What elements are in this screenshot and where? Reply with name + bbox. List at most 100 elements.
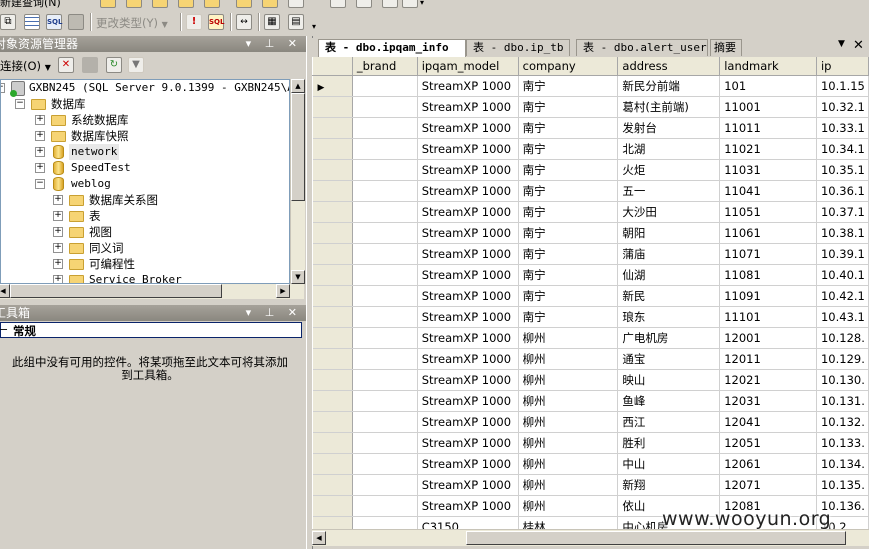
row-selector[interactable] <box>312 117 353 139</box>
table-cell-company[interactable]: 桂林 <box>518 516 619 529</box>
table-cell-company[interactable]: 柳州 <box>518 474 619 496</box>
table-cell-ipqam-model[interactable]: StreamXP 1000 <box>417 117 519 139</box>
table-cell-address[interactable]: 西江 <box>617 411 721 433</box>
row-selector[interactable] <box>312 390 353 412</box>
expand-icon[interactable]: + <box>35 147 45 157</box>
row-selector[interactable] <box>312 453 353 475</box>
table-cell-ipqam-model[interactable]: StreamXP 1000 <box>417 411 519 433</box>
table-row[interactable]: StreamXP 1000 南宁 新民 11091 10.42.1 <box>312 285 869 307</box>
panel-pin-close-icons[interactable]: ▾ ⊥ ✕ <box>246 36 302 52</box>
table-cell-ip[interactable]: 10.37.1 <box>816 201 869 223</box>
table-row[interactable]: StreamXP 1000 南宁 北湖 11021 10.34.1 <box>312 138 869 160</box>
table-cell-address[interactable]: 五一 <box>617 180 721 202</box>
disconnect-icon[interactable]: ✕ <box>58 57 74 73</box>
tab-ip-tb[interactable]: 表 - dbo.ip_tb <box>466 39 570 56</box>
row-selector[interactable] <box>312 432 353 454</box>
expand-icon[interactable]: + <box>53 211 63 221</box>
table-row[interactable]: ▶ StreamXP 1000 南宁 新民分前端 101 10.1.15 <box>312 75 869 97</box>
grid-view-icon[interactable] <box>24 14 40 30</box>
browser-icon[interactable] <box>330 0 346 8</box>
table-cell-brand[interactable] <box>352 96 418 118</box>
row-selector[interactable] <box>312 138 353 160</box>
refresh-icon[interactable]: ↻ <box>106 57 122 73</box>
table-cell-brand[interactable] <box>352 264 418 286</box>
table-cell-ip[interactable]: 10.34.1 <box>816 138 869 160</box>
table-cell-ip[interactable]: 10.131. <box>816 390 869 412</box>
table-cell-brand[interactable] <box>352 222 418 244</box>
table-cell-company[interactable]: 南宁 <box>518 75 619 97</box>
table-cell-address[interactable]: 火炬 <box>617 159 721 181</box>
table-cell-ipqam-model[interactable]: C3150 <box>417 516 519 529</box>
table-row[interactable]: StreamXP 1000 柳州 西江 12041 10.132. <box>312 411 869 433</box>
row-selector[interactable] <box>312 222 353 244</box>
table-cell-ip[interactable]: 10.42.1 <box>816 285 869 307</box>
table-row[interactable]: StreamXP 1000 柳州 新翔 12071 10.135. <box>312 474 869 496</box>
table-cell-company[interactable]: 柳州 <box>518 411 619 433</box>
table-cell-brand[interactable] <box>352 138 418 160</box>
connect-button[interactable]: 连接(O) ▼ <box>0 58 51 74</box>
table-cell-ip[interactable]: 10.36.1 <box>816 180 869 202</box>
table-cell-ip[interactable]: 10.132. <box>816 411 869 433</box>
table-cell-landmark[interactable]: 12011 <box>719 348 817 370</box>
table-cell-company[interactable]: 南宁 <box>518 243 619 265</box>
change-type-dropdown[interactable]: 更改类型(Y) ▼ <box>96 15 168 31</box>
stop-icon[interactable] <box>82 57 98 73</box>
table-cell-ip[interactable]: 10.43.1 <box>816 306 869 328</box>
expand-icon[interactable]: + <box>35 115 45 125</box>
window-icon[interactable] <box>288 0 304 8</box>
row-selector[interactable] <box>312 180 353 202</box>
row-selector[interactable] <box>312 495 353 517</box>
explorer-icon[interactable] <box>356 0 372 8</box>
table-row[interactable]: StreamXP 1000 南宁 葛村(主前端) 11001 10.32.1 <box>312 96 869 118</box>
table-cell-address[interactable]: 中山 <box>617 453 721 475</box>
table-cell-landmark[interactable]: 11101 <box>719 306 817 328</box>
table-cell-brand[interactable] <box>352 201 418 223</box>
table-cell-ip[interactable]: 10.40.1 <box>816 264 869 286</box>
table-cell-company[interactable]: 南宁 <box>518 222 619 244</box>
table-cell-brand[interactable] <box>352 474 418 496</box>
table-cell-address[interactable]: 北湖 <box>617 138 721 160</box>
table-cell-company[interactable]: 南宁 <box>518 285 619 307</box>
row-selector[interactable] <box>312 201 353 223</box>
column-header-ipqam-model[interactable]: ipqam_model <box>416 57 519 76</box>
table-cell-company[interactable]: 柳州 <box>518 453 619 475</box>
toolbox-section-header[interactable]: − 常规 <box>0 322 302 338</box>
table-cell-landmark[interactable]: 11051 <box>719 201 817 223</box>
save-icon[interactable] <box>126 0 142 8</box>
collapse-icon[interactable]: − <box>15 99 25 109</box>
scroll-up-icon[interactable]: ▲ <box>291 79 305 93</box>
row-selector[interactable] <box>312 243 353 265</box>
table-cell-landmark[interactable]: 101 <box>719 75 817 97</box>
table-cell-ipqam-model[interactable]: StreamXP 1000 <box>417 432 519 454</box>
solution-icon[interactable] <box>236 0 252 8</box>
tab-summary[interactable]: 摘要 <box>710 39 742 56</box>
table-row[interactable]: StreamXP 1000 柳州 通宝 12011 10.129. <box>312 348 869 370</box>
row-selector[interactable] <box>312 306 353 328</box>
table-cell-company[interactable]: 柳州 <box>518 369 619 391</box>
table-cell-brand[interactable] <box>352 348 418 370</box>
table-cell-ip[interactable]: 10.38.1 <box>816 222 869 244</box>
table-cell-address[interactable]: 通宝 <box>617 348 721 370</box>
group-by-icon[interactable]: ↔ <box>236 14 252 30</box>
table-cell-ipqam-model[interactable]: StreamXP 1000 <box>417 327 519 349</box>
tab-alert-user[interactable]: 表 - dbo.alert_user <box>576 39 708 56</box>
table-cell-address[interactable]: 蒲庙 <box>617 243 721 265</box>
table-cell-brand[interactable] <box>352 516 418 529</box>
table-cell-ipqam-model[interactable]: StreamXP 1000 <box>417 96 519 118</box>
table-cell-ipqam-model[interactable]: StreamXP 1000 <box>417 243 519 265</box>
open-file-icon[interactable] <box>100 0 116 8</box>
table-cell-ip[interactable]: 10.134. <box>816 453 869 475</box>
table-row[interactable]: StreamXP 1000 柳州 中山 12061 10.134. <box>312 453 869 475</box>
add-derived-table-icon[interactable]: ▤ <box>288 14 304 30</box>
table-cell-ipqam-model[interactable]: StreamXP 1000 <box>417 285 519 307</box>
table-cell-landmark[interactable]: 11091 <box>719 285 817 307</box>
scroll-thumb[interactable] <box>291 93 305 201</box>
table-cell-landmark[interactable]: 11041 <box>719 180 817 202</box>
table-row[interactable]: StreamXP 1000 柳州 鱼峰 12031 10.131. <box>312 390 869 412</box>
table-cell-landmark[interactable]: 12021 <box>719 369 817 391</box>
expand-icon[interactable]: + <box>53 243 63 253</box>
table-row[interactable]: StreamXP 1000 南宁 大沙田 11051 10.37.1 <box>312 201 869 223</box>
table-cell-landmark[interactable]: 11011 <box>719 117 817 139</box>
table-cell-ip[interactable]: 10.1.15 <box>816 75 869 97</box>
table-cell-landmark[interactable]: 12061 <box>719 453 817 475</box>
